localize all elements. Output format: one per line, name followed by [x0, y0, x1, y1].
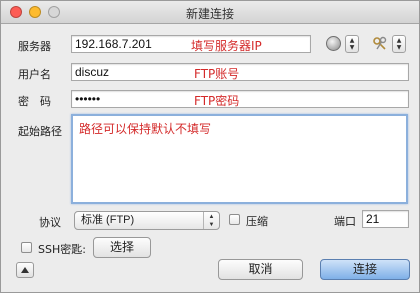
- protocol-label: 协议: [39, 216, 61, 229]
- ssh-label: SSH密匙:: [38, 243, 86, 256]
- globe-icon[interactable]: [326, 36, 341, 51]
- protocol-value: 标准 (FTP): [81, 214, 135, 226]
- disclosure-button[interactable]: [16, 262, 34, 278]
- server-value: 192.168.7.201: [75, 37, 152, 51]
- username-input[interactable]: discuz: [71, 63, 409, 81]
- user-annotation: FTP账号: [194, 67, 240, 81]
- path-textarea[interactable]: 路径可以保持默认不填写: [71, 114, 408, 204]
- compress-checkbox[interactable]: [229, 214, 240, 225]
- compress-label: 压缩: [246, 215, 268, 228]
- password-label: 密 码: [18, 95, 51, 108]
- password-input[interactable]: ••••••: [71, 90, 409, 108]
- server-history-stepper[interactable]: ▲ ▼: [345, 35, 359, 53]
- choose-key-label: 选择: [109, 240, 134, 254]
- server-annotation: 填写服务器IP: [191, 39, 262, 53]
- username-value: discuz: [75, 65, 110, 79]
- port-label: 端口: [334, 215, 356, 228]
- cancel-button[interactable]: 取消: [218, 259, 303, 280]
- path-label: 起始路径: [18, 125, 62, 138]
- triangle-up-icon: [21, 267, 29, 273]
- cancel-label: 取消: [248, 262, 273, 276]
- port-value: 21: [366, 212, 380, 226]
- ssh-checkbox[interactable]: [21, 242, 32, 253]
- connect-button[interactable]: 连接: [320, 259, 410, 280]
- choose-key-button[interactable]: 选择: [93, 237, 151, 258]
- protocol-select[interactable]: 标准 (FTP) ▲ ▼: [74, 211, 220, 230]
- path-annotation: 路径可以保持默认不填写: [79, 122, 212, 136]
- keys-stepper[interactable]: ▲ ▼: [392, 35, 406, 53]
- select-arrows-icon: ▲ ▼: [203, 212, 219, 229]
- new-connection-window: 新建连接 服务器 192.168.7.201 填写服务器IP ▲ ▼ ▲ ▼ 用户名…: [0, 0, 420, 293]
- password-value: ••••••: [75, 92, 101, 106]
- connect-label: 连接: [352, 262, 377, 276]
- title-bar: 新建连接: [1, 1, 419, 24]
- keys-icon[interactable]: [372, 36, 388, 52]
- password-annotation: FTP密码: [194, 94, 240, 108]
- port-input[interactable]: 21: [362, 210, 409, 228]
- window-title: 新建连接: [185, 7, 234, 21]
- user-label: 用户名: [18, 68, 51, 81]
- server-label: 服务器: [18, 40, 51, 53]
